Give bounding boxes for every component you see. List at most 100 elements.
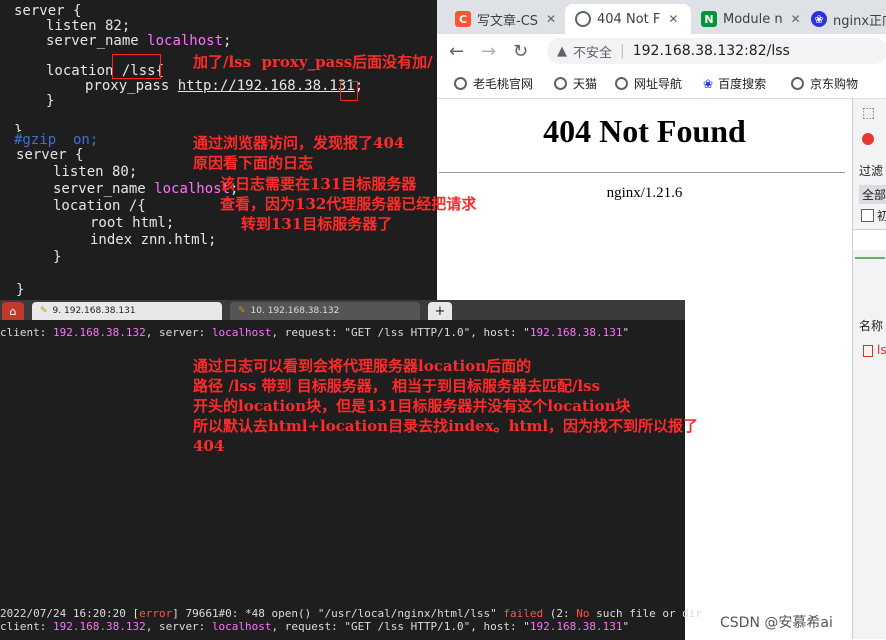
new-tab-button[interactable]: + [428,302,452,320]
inspect-icon[interactable]: ⬚ [862,105,875,121]
tab-module[interactable]: N Module n ✕ [691,4,801,34]
log-token: client: [0,620,53,633]
globe-icon [615,77,628,90]
page-content: 404 Not Found nginx/1.21.6 [437,99,852,290]
server-version: nginx/1.21.6 [606,185,683,201]
close-icon[interactable]: ✕ [668,12,678,26]
browser-tab-bar: C 写文章-CS ✕ 404 Not F ✕ N Module n ✕ ❀ ng… [437,0,886,34]
globe-icon [454,77,467,90]
log-token: localhost [211,326,272,339]
url-text[interactable]: 192.168.38.132:82/lss [633,43,790,59]
code-line: location /{ [53,198,146,214]
globe-icon [791,77,804,90]
bookmark-laomaotao[interactable]: 老毛桃官网 [454,75,533,92]
omnibox[interactable]: ▲ 不安全 | 192.168.38.132:82/lss [547,38,886,64]
log-token: 192.168.38.132 [52,326,146,339]
checkbox[interactable] [861,209,874,222]
record-icon[interactable] [862,133,874,145]
globe-icon [554,77,567,90]
code-token: localhost [147,33,224,49]
code-line: proxy_pass http://192.168.38.131; [85,79,363,94]
log-token: 192.168.38.132 [52,620,146,633]
devtools-panel: ⬚ 过滤 全部 初 名称 ls [852,99,886,639]
browser-window: C 写文章-CS ✕ 404 Not F ✕ N Module n ✕ ❀ ng… [437,0,886,290]
log-token: " [622,326,630,339]
bookmarks-bar: 老毛桃官网 天猫 网址导航 ❀ 百度搜索 京东购物 [437,68,886,99]
log-token: (2: [543,607,577,620]
timeline [853,229,886,250]
close-icon[interactable]: ✕ [791,12,801,26]
bookmark-label: 天猫 [573,77,598,91]
bookmark-tmall[interactable]: 天猫 [554,75,597,92]
log-token: error [139,607,173,620]
code-token: server_name [53,181,155,197]
annotation-note-1: 加了/lss proxy_pass后面没有加/ [193,53,433,71]
code-token: localhost [154,181,231,197]
tab-csdn[interactable]: C 写文章-CS ✕ [445,4,565,34]
log-token: No [576,607,590,620]
highlight-box-proxy-pass-end [340,81,358,101]
home-icon[interactable]: ⌂ [2,302,24,320]
back-icon[interactable]: ← [449,41,464,62]
code-line: root html; [90,215,175,231]
watermark: CSDN @安慕希ai [720,615,833,631]
tab-label: 写文章-CS [477,13,539,29]
tab-label: 9. 192.168.38.131 [52,306,136,316]
bookmark-nav[interactable]: 网址导航 [615,75,682,92]
divider: | [620,43,625,59]
code-line: } [53,249,62,265]
code-line: server { [14,3,82,19]
log-line: client: 192.168.38.132, server: localhos… [0,326,629,339]
timeline-bar [855,257,885,259]
bookmark-label: 百度搜索 [718,77,767,91]
log-line: client: 192.168.38.132, server: localhos… [0,620,629,633]
tab-terminal-131[interactable]: ✎ 9. 192.168.38.131 [32,302,222,320]
code-token: ; [223,33,232,49]
log-token: 2022/07/24 16:20:20 [ [0,607,140,620]
annotation-note-4: 通过日志可以看到会将代理服务器location后面的 路径 /lss 带到 目标… [193,357,699,455]
code-token: location [46,63,122,79]
log-token: " [622,620,630,633]
request-row[interactable]: ls [863,343,886,357]
reload-icon[interactable]: ↻ [513,41,528,62]
bookmark-baidu[interactable]: ❀ 百度搜索 [703,75,766,92]
request-name: ls [877,343,886,357]
log-token: localhost [211,620,272,633]
bookmark-label: 京东购物 [810,77,859,91]
tab-404[interactable]: 404 Not F ✕ [565,4,691,34]
checkbox-label: 初 [877,209,886,223]
tab-label: nginx正向 [833,13,886,29]
pen-icon: ✎ [238,306,246,316]
filter-label[interactable]: 过滤 [859,162,883,179]
log-token: , request: "GET /lss HTTP/1.0", host: " [271,326,530,339]
baidu-icon: ❀ [811,11,827,27]
log-token: ] 79661#0: *48 open() "/usr/local/nginx/… [172,607,504,620]
code-line: } [46,93,55,109]
close-icon[interactable]: ✕ [546,12,556,26]
forward-icon[interactable]: → [481,41,496,62]
filter-all-button[interactable]: 全部 [859,185,886,204]
code-line: index znn.html; [90,232,217,248]
log-line: 2022/07/24 16:20:20 [error] 79661#0: *48… [0,607,702,620]
globe-icon [575,11,591,27]
bookmark-jd[interactable]: 京东购物 [791,75,858,92]
tab-nginx-forward[interactable]: ❀ nginx正向 [801,4,886,34]
highlight-box-location [112,54,161,79]
code-token: proxy_pass [85,78,178,94]
name-column-header[interactable]: 名称 [859,317,883,334]
log-token: failed [503,607,544,620]
tab-label: 10. 192.168.38.132 [250,306,340,316]
log-token: , server: [145,620,212,633]
code-line: server { [16,147,84,163]
warning-icon: ▲ [557,43,567,59]
annotation-note-3: 该日志需要在131目标服务器 查看，因为132代理服务器已经把请求 转到131目… [220,175,477,233]
code-token: server_name [46,33,148,49]
code-line: server_name localhost; [46,34,231,49]
log-token: , server: [145,326,212,339]
tab-label: 404 Not F [597,11,661,27]
tab-terminal-132[interactable]: ✎ 10. 192.168.38.132 [230,302,420,320]
code-line: } [16,282,25,298]
file-icon [863,344,873,357]
address-bar-row: ← → ↻ ▲ 不安全 | 192.168.38.132:82/lss [437,34,886,68]
log-token: , request: "GET /lss HTTP/1.0", host: " [271,620,530,633]
